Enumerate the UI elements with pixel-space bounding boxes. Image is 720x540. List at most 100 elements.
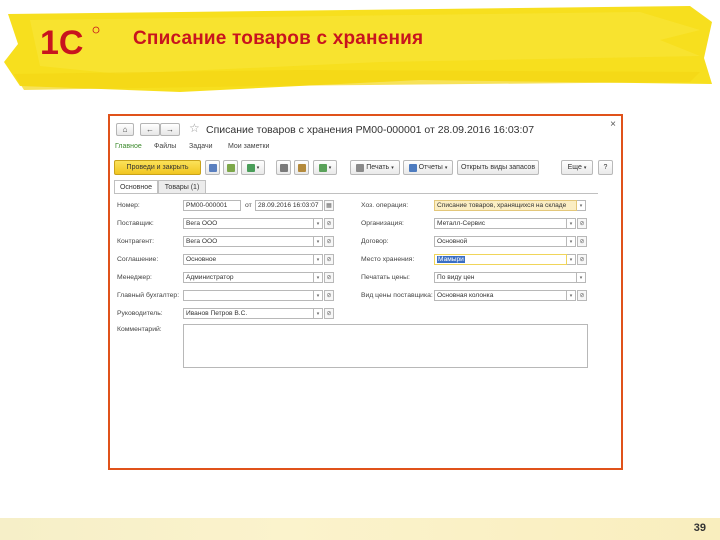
tab-main[interactable]: Основное: [114, 180, 158, 194]
link-icon: ⊘: [579, 293, 585, 299]
home-button[interactable]: ⌂: [116, 123, 134, 136]
agreement-label: Соглашение:: [117, 256, 159, 263]
operation-dropdown[interactable]: ▾: [577, 200, 586, 211]
section-tasks[interactable]: Задачи: [189, 143, 213, 150]
slide-number: 39: [693, 522, 706, 534]
link-icon: ⊘: [326, 239, 332, 245]
movements-button[interactable]: [294, 160, 309, 175]
organization-field[interactable]: Металл-Сервис: [434, 218, 567, 229]
chief-accountant-field[interactable]: [183, 290, 314, 301]
head-open-button[interactable]: ⊘: [324, 308, 334, 319]
organization-dropdown[interactable]: ▾: [567, 218, 576, 229]
supplier-dropdown[interactable]: ▾: [314, 218, 323, 229]
create-based-on-button[interactable]: ▾: [241, 160, 265, 175]
price-type-field[interactable]: Основная колонка: [434, 290, 567, 301]
counterparty-open-button[interactable]: ⊘: [324, 236, 334, 247]
number-field[interactable]: РМ00-000001: [183, 200, 241, 211]
organization-open-button[interactable]: ⊘: [577, 218, 587, 229]
manager-dropdown[interactable]: ▾: [314, 272, 323, 283]
print-prices-dropdown[interactable]: ▾: [577, 272, 586, 283]
chevron-down-icon: ▾: [569, 292, 573, 299]
open-stock-types-button[interactable]: Открыть виды запасов: [457, 160, 539, 175]
tab-goods[interactable]: Товары (1): [158, 180, 206, 194]
structure-button[interactable]: [276, 160, 291, 175]
post-button[interactable]: [223, 160, 238, 175]
section-notes[interactable]: Мои заметки: [228, 143, 269, 150]
close-icon[interactable]: ×: [610, 119, 616, 130]
document-structure-icon: [279, 163, 288, 172]
calendar-button[interactable]: ▦: [324, 200, 334, 211]
operation-field[interactable]: Списание товаров, хранящихся на складе: [434, 200, 577, 211]
chevron-down-icon: ▾: [316, 292, 320, 299]
chevron-down-icon: ▾: [569, 238, 573, 245]
number-label: Номер:: [117, 202, 140, 209]
chevron-down-icon: ▾: [316, 256, 320, 263]
supplier-field[interactable]: Вега ООО: [183, 218, 314, 229]
contract-open-button[interactable]: ⊘: [577, 236, 587, 247]
contract-field[interactable]: Основной: [434, 236, 567, 247]
chevron-down-icon: ▾: [316, 310, 320, 317]
storage-label: Место хранения:: [361, 256, 415, 263]
movements-icon: [297, 163, 306, 172]
more-button[interactable]: Еще ▾: [561, 160, 593, 175]
counterparty-field[interactable]: Вега ООО: [183, 236, 314, 247]
help-button[interactable]: ?: [598, 160, 613, 175]
chevron-down-icon: ▾: [583, 164, 587, 171]
manager-label: Менеджер:: [117, 274, 152, 281]
section-main[interactable]: Главное: [115, 143, 142, 150]
print-prices-label: Печатать цены:: [361, 274, 410, 281]
chevron-down-icon: ▾: [444, 164, 448, 171]
attachments-button[interactable]: ▾: [313, 160, 337, 175]
chevron-down-icon: ▾: [316, 220, 320, 227]
link-icon: ⊘: [326, 275, 332, 281]
post-icon: [226, 163, 235, 172]
save-button[interactable]: [205, 160, 220, 175]
chevron-down-icon: ▾: [391, 164, 394, 171]
home-icon: ⌂: [122, 125, 128, 134]
head-dropdown[interactable]: ▾: [314, 308, 323, 319]
logo-text: 1С: [40, 24, 83, 62]
storage-field[interactable]: Мамыри: [434, 254, 567, 265]
reports-button[interactable]: Отчеты ▾: [403, 160, 453, 175]
chevron-down-icon: ▾: [316, 238, 320, 245]
chief-accountant-open-button[interactable]: ⊘: [324, 290, 334, 301]
agreement-dropdown[interactable]: ▾: [314, 254, 323, 265]
supplier-label: Поставщик:: [117, 220, 154, 227]
supplier-open-button[interactable]: ⊘: [324, 218, 334, 229]
post-and-close-button[interactable]: Проведи и закрыть: [114, 160, 201, 175]
chevron-down-icon: ▾: [569, 256, 573, 263]
back-button[interactable]: ←: [140, 123, 160, 136]
save-icon: [208, 163, 217, 172]
arrow-right-icon: →: [166, 125, 174, 134]
print-button[interactable]: Печать ▾: [350, 160, 400, 175]
comment-field[interactable]: [183, 324, 588, 368]
contract-dropdown[interactable]: ▾: [567, 236, 576, 247]
arrow-left-icon: ←: [146, 125, 154, 134]
chevron-down-icon: ▾: [579, 202, 583, 209]
link-icon: ⊘: [326, 257, 332, 263]
agreement-open-button[interactable]: ⊘: [324, 254, 334, 265]
manager-open-button[interactable]: ⊘: [324, 272, 334, 283]
reports-label: Отчеты: [418, 164, 443, 171]
counterparty-dropdown[interactable]: ▾: [314, 236, 323, 247]
forward-button[interactable]: →: [160, 123, 180, 136]
date-field[interactable]: 28.09.2016 16:03:07: [255, 200, 323, 211]
chief-accountant-dropdown[interactable]: ▾: [314, 290, 323, 301]
price-type-dropdown[interactable]: ▾: [567, 290, 576, 301]
printer-icon: [356, 163, 365, 172]
section-files[interactable]: Файлы: [154, 143, 176, 150]
chevron-down-icon: ▾: [256, 164, 260, 171]
favorite-star-icon[interactable]: ☆: [189, 121, 200, 135]
agreement-field[interactable]: Основное: [183, 254, 314, 265]
head-field[interactable]: Иванов Петров В.С.: [183, 308, 314, 319]
document-window: ⌂ ← → ☆ Списание товаров с хранения РМ00…: [108, 114, 623, 470]
counterparty-label: Контрагент:: [117, 238, 155, 245]
storage-open-button[interactable]: ⊘: [577, 254, 587, 265]
calendar-icon: ▦: [326, 203, 332, 209]
print-prices-field[interactable]: По виду цен: [434, 272, 577, 283]
chevron-down-icon: ▾: [328, 164, 332, 171]
manager-field[interactable]: Администратор: [183, 272, 314, 283]
price-type-open-button[interactable]: ⊘: [577, 290, 587, 301]
link-icon: ⊘: [326, 293, 332, 299]
storage-dropdown[interactable]: ▾: [567, 254, 576, 265]
